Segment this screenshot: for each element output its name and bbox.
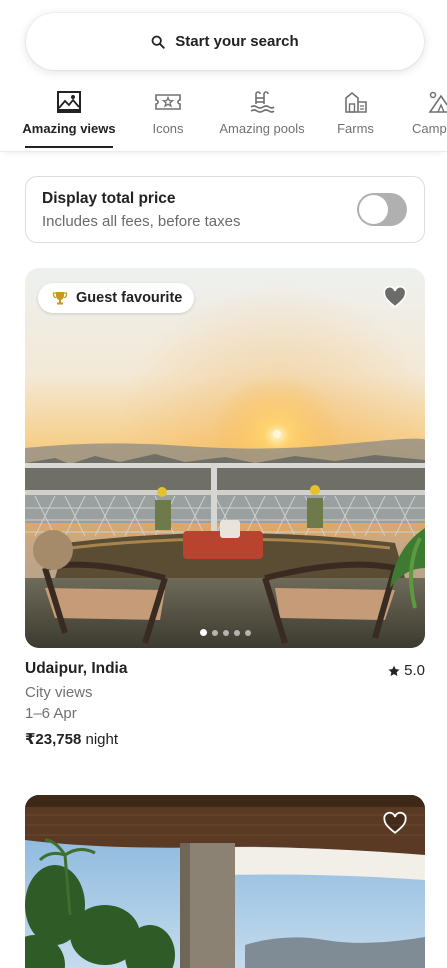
listing-rating: 5.0: [388, 662, 425, 679]
wishlist-heart-button[interactable]: [382, 810, 408, 836]
listing-price: ₹23,758 night: [25, 730, 425, 748]
price-unit: night: [85, 731, 119, 748]
carousel-dot: [211, 629, 218, 636]
category-bar[interactable]: Amazing views Icons Amazing pools Farms …: [0, 86, 447, 152]
switch-knob: [359, 195, 388, 224]
heart-icon: [383, 285, 407, 308]
icons-ticket-icon: [154, 88, 182, 116]
category-label: Camp: [412, 121, 447, 136]
photo-carousel-dots: [25, 629, 425, 636]
villa-view-photo: [25, 795, 425, 968]
category-camping[interactable]: Camp: [412, 86, 447, 151]
toggle-title: Display total price: [42, 190, 176, 207]
wishlist-heart-button[interactable]: [382, 284, 408, 310]
carousel-dot: [244, 629, 251, 636]
guest-favourite-badge: Guest favourite: [38, 283, 195, 313]
pool-icon: [248, 88, 276, 116]
price-amount: ₹23,758: [25, 731, 82, 748]
trophy-icon: [52, 292, 68, 305]
search-label: Start your search: [175, 33, 299, 50]
total-price-toggle-card[interactable]: Display total price Includes all fees, b…: [25, 176, 425, 243]
category-farms[interactable]: Farms: [337, 86, 374, 151]
carousel-dot: [199, 629, 207, 636]
camping-icon: [426, 88, 447, 116]
category-icons[interactable]: Icons: [148, 86, 188, 151]
heart-icon: [383, 811, 407, 834]
search-bar[interactable]: Start your search: [26, 13, 424, 70]
category-label: Amazing views: [22, 121, 116, 136]
carousel-dot: [222, 629, 229, 636]
category-amazing-views[interactable]: Amazing views: [22, 86, 116, 151]
sunset-terrace-photo: [25, 268, 425, 648]
search-icon: [151, 35, 165, 49]
amazing-views-icon: [55, 88, 83, 116]
listing-photo[interactable]: Guest favourite: [25, 268, 425, 648]
toggle-subtitle: Includes all fees, before taxes: [42, 213, 241, 230]
category-amazing-pools[interactable]: Amazing pools: [218, 86, 306, 151]
category-label: Icons: [152, 121, 184, 136]
category-label: Amazing pools: [219, 121, 305, 136]
rating-value: 5.0: [404, 662, 425, 679]
listing-photo[interactable]: [25, 795, 425, 968]
listing-location: Udaipur, India: [25, 660, 128, 677]
badge-label: Guest favourite: [76, 290, 183, 306]
star-icon: [388, 665, 400, 676]
category-label: Farms: [337, 121, 374, 136]
farm-icon: [342, 88, 370, 116]
listing-info[interactable]: Udaipur, India 5.0 City views 1–6 Apr ₹2…: [25, 660, 425, 748]
carousel-dot: [233, 629, 240, 636]
listing-description: City views: [25, 684, 93, 701]
total-price-switch[interactable]: [357, 193, 407, 226]
listing-dates: 1–6 Apr: [25, 705, 77, 722]
